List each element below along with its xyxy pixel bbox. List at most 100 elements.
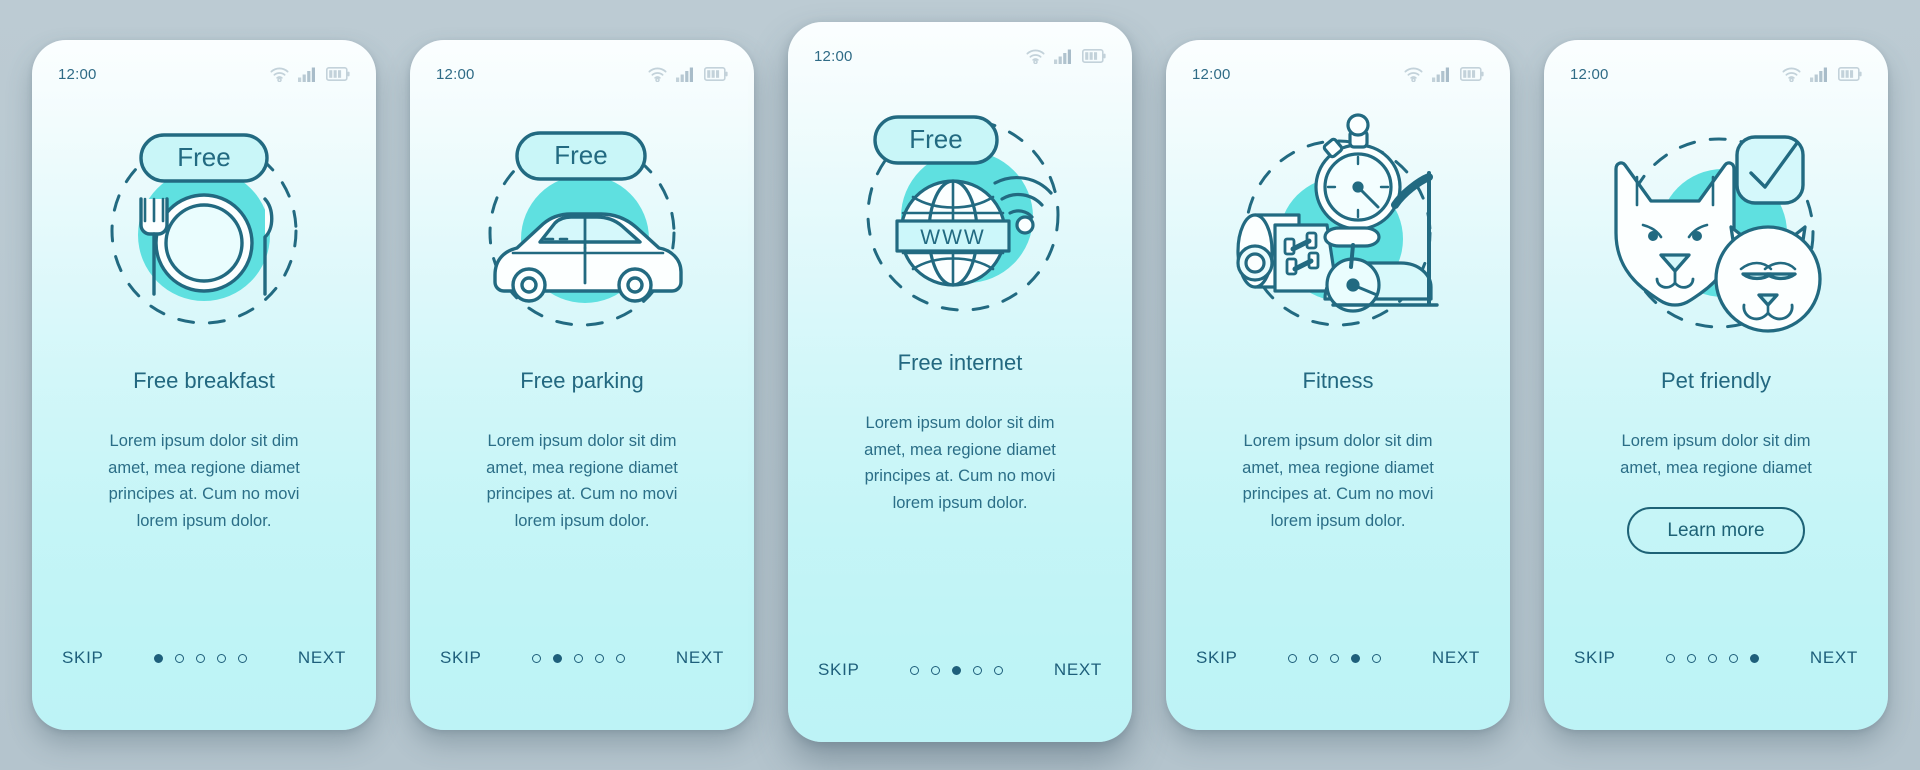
bottom-navigation: SKIP NEXT	[410, 648, 754, 730]
cellular-signal-icon	[1432, 67, 1449, 82]
pagination-dot-3[interactable]	[574, 653, 584, 663]
pagination-dot-4[interactable]	[217, 653, 227, 663]
status-bar: 12:00	[788, 22, 1132, 76]
pagination-dots	[1288, 653, 1382, 663]
onboarding-screen-1: 12:00 Free Free breakfast Lorem ipsum do…	[32, 40, 376, 730]
status-bar: 12:00	[1544, 40, 1888, 94]
skip-button[interactable]: SKIP	[1574, 648, 1616, 668]
screen-title: Fitness	[1302, 368, 1374, 393]
next-button[interactable]: NEXT	[1810, 648, 1858, 668]
cellular-signal-icon	[676, 67, 693, 82]
screen-description: Lorem ipsum dolor sit dim amet, mea regi…	[486, 432, 678, 531]
pagination-dot-3[interactable]	[1708, 653, 1718, 663]
status-bar: 12:00	[32, 40, 376, 94]
wifi-icon	[1404, 67, 1423, 82]
screen-title: Pet friendly	[1660, 368, 1772, 393]
svg-text:WWW: WWW	[920, 226, 985, 249]
next-button[interactable]: NEXT	[1054, 660, 1102, 680]
screen-description: Lorem ipsum dolor sit dim amet, mea regi…	[864, 414, 1056, 513]
flex-spacer	[410, 535, 754, 648]
wifi-icon	[1026, 49, 1045, 64]
status-bar: 12:00	[1166, 40, 1510, 94]
pagination-dots	[910, 665, 1004, 675]
pagination-dot-2[interactable]	[1309, 653, 1319, 663]
fitness-illustration	[1236, 113, 1439, 327]
status-time: 12:00	[1570, 65, 1609, 83]
next-button[interactable]: NEXT	[1432, 648, 1480, 668]
svg-text:Free: Free	[177, 142, 230, 172]
screen-title: Free parking	[520, 368, 644, 393]
skip-button[interactable]: SKIP	[62, 648, 104, 668]
onboarding-screen-3: 12:00 WWW Free Free internet Lorem ipsum…	[788, 22, 1132, 742]
battery-icon	[326, 67, 350, 81]
pagination-dot-1[interactable]	[1666, 653, 1676, 663]
pagination-dot-4[interactable]	[595, 653, 605, 663]
status-icons	[1782, 67, 1862, 82]
pagination-dot-3[interactable]	[196, 653, 206, 663]
status-time: 12:00	[436, 65, 475, 83]
screen-title: Free breakfast	[133, 368, 275, 393]
pagination-dot-4[interactable]	[1351, 653, 1361, 663]
illustration-area: WWW Free	[788, 76, 1132, 344]
status-icons	[270, 67, 350, 82]
pagination-dot-5[interactable]	[994, 665, 1004, 675]
pagination-dot-1[interactable]	[910, 665, 920, 675]
status-icons	[1404, 67, 1484, 82]
pagination-dot-3[interactable]	[952, 665, 962, 675]
bottom-navigation: SKIP NEXT	[788, 660, 1132, 742]
pagination-dot-2[interactable]	[175, 653, 185, 663]
bottom-navigation: SKIP NEXT	[32, 648, 376, 730]
bottom-navigation: SKIP NEXT	[1166, 648, 1510, 730]
cellular-signal-icon	[1054, 49, 1071, 64]
illustration-area	[1544, 94, 1888, 362]
svg-text:Free: Free	[909, 124, 962, 154]
screen-description: Lorem ipsum dolor sit dim amet, mea regi…	[1242, 432, 1434, 531]
pagination-dot-5[interactable]	[1750, 653, 1760, 663]
pagination-dot-5[interactable]	[238, 653, 248, 663]
learn-more-button[interactable]: Learn more	[1627, 507, 1805, 555]
pet-friendly-illustration	[1614, 135, 1822, 333]
pagination-dots	[154, 653, 248, 663]
illustration-area: Free	[32, 94, 376, 362]
onboarding-screen-2: 12:00 Free Free parking Lorem ipsum dolo…	[410, 40, 754, 730]
status-icons	[648, 67, 728, 82]
pagination-dot-5[interactable]	[1372, 653, 1382, 663]
pagination-dot-1[interactable]	[1288, 653, 1298, 663]
onboarding-screens-stage: 12:00 Free Free breakfast Lorem ipsum do…	[0, 0, 1920, 770]
skip-button[interactable]: SKIP	[818, 660, 860, 680]
pagination-dot-2[interactable]	[553, 653, 563, 663]
onboarding-screen-5: 12:00 Pet friendly Lorem ipsum dolor sit…	[1544, 40, 1888, 730]
pagination-dot-4[interactable]	[973, 665, 983, 675]
next-button[interactable]: NEXT	[676, 648, 724, 668]
pagination-dot-2[interactable]	[1687, 653, 1697, 663]
pagination-dot-1[interactable]	[154, 653, 164, 663]
screen-description: Lorem ipsum dolor sit dim amet, mea regi…	[1620, 432, 1812, 477]
battery-icon	[1460, 67, 1484, 81]
battery-icon	[1838, 67, 1862, 81]
wifi-icon	[648, 67, 667, 82]
free-internet-illustration: WWW Free	[866, 115, 1060, 312]
pagination-dots	[532, 653, 626, 663]
flex-spacer	[32, 535, 376, 648]
cellular-signal-icon	[298, 67, 315, 82]
pagination-dot-1[interactable]	[532, 653, 542, 663]
pagination-dot-3[interactable]	[1330, 653, 1340, 663]
next-button[interactable]: NEXT	[298, 648, 346, 668]
bottom-navigation: SKIP NEXT	[1544, 648, 1888, 730]
pagination-dot-4[interactable]	[1729, 653, 1739, 663]
pagination-dot-5[interactable]	[616, 653, 626, 663]
flex-spacer	[788, 517, 1132, 660]
skip-button[interactable]: SKIP	[440, 648, 482, 668]
battery-icon	[704, 67, 728, 81]
wifi-icon	[1782, 67, 1801, 82]
pagination-dot-2[interactable]	[931, 665, 941, 675]
onboarding-screen-4: 12:00 Fitness Lorem ipsum dolor sit dim …	[1166, 40, 1510, 730]
pagination-dots	[1666, 653, 1760, 663]
illustration-area	[1166, 94, 1510, 362]
status-bar: 12:00	[410, 40, 754, 94]
cellular-signal-icon	[1810, 67, 1827, 82]
free-badge: Free	[139, 133, 269, 183]
skip-button[interactable]: SKIP	[1196, 648, 1238, 668]
free-badge: Free	[515, 131, 647, 181]
status-icons	[1026, 49, 1106, 64]
